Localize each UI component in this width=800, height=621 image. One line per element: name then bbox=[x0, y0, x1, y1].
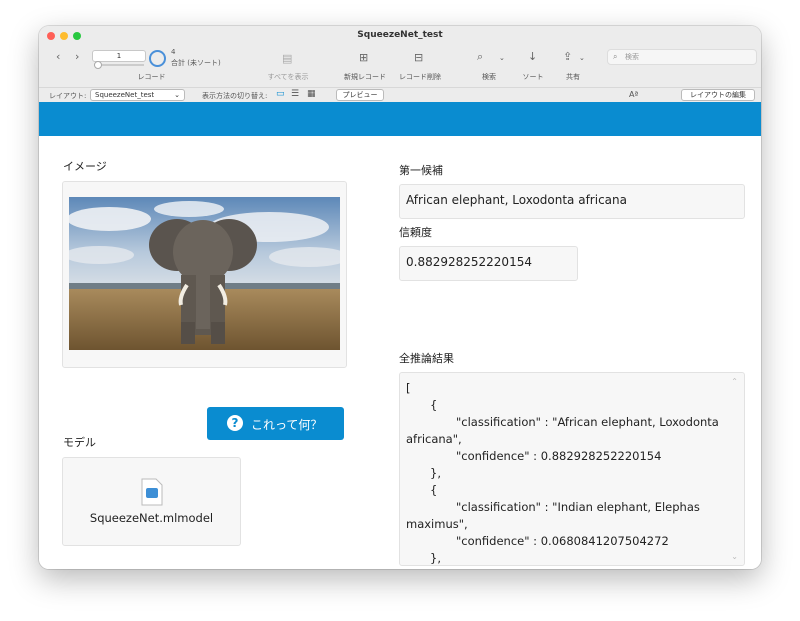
new-record-label: 新規レコード bbox=[344, 73, 386, 81]
what-is-this-button[interactable]: ? これって何？ bbox=[207, 407, 344, 440]
record-number-field[interactable]: 1 bbox=[92, 50, 146, 62]
question-icon: ? bbox=[227, 415, 243, 431]
share-chevron-icon[interactable]: ⌄ bbox=[579, 54, 585, 62]
layout-select-value: SqueezeNet_test bbox=[95, 91, 155, 99]
json-line: }, bbox=[430, 551, 441, 565]
table-view-icon[interactable]: ▦ bbox=[307, 89, 316, 99]
chevron-right-icon[interactable]: › bbox=[75, 50, 79, 63]
first-candidate-value: African elephant, Loxodonta africana bbox=[406, 193, 627, 207]
json-line: maximus", bbox=[406, 517, 468, 531]
all-results-field[interactable]: [ { "classification" : "African elephant… bbox=[399, 372, 745, 566]
search-icon: ⌕ bbox=[613, 52, 618, 61]
json-line: { bbox=[430, 483, 438, 497]
show-all-label: すべてを表示 bbox=[267, 73, 309, 81]
font-size-icon[interactable]: Aª bbox=[629, 90, 638, 99]
quick-find-input[interactable]: ⌕ 検索 bbox=[607, 49, 757, 65]
scroll-up-icon[interactable]: ⌃ bbox=[731, 377, 738, 386]
record-count: 4 bbox=[171, 48, 176, 56]
model-container[interactable]: SqueezeNet.mlmodel bbox=[62, 457, 241, 546]
app-window: SqueezeNet_test ‹ › 1 4 合計 (未ソート) レコード ▤… bbox=[39, 26, 761, 569]
all-results-label: 全推論結果 bbox=[399, 352, 454, 365]
record-pie-icon bbox=[149, 50, 166, 67]
list-view-icon[interactable]: ☰ bbox=[291, 89, 299, 99]
record-slider-knob[interactable] bbox=[94, 61, 102, 69]
image-container[interactable] bbox=[62, 181, 347, 368]
layout-bar: レイアウト: SqueezeNet_test ⌄ 表示方法の切り替え: ▭ ☰ … bbox=[39, 87, 761, 102]
sort-label: ソート bbox=[522, 73, 544, 81]
layout-label: レイアウト: bbox=[49, 92, 87, 100]
record-sort-status: 合計 (未ソート) bbox=[171, 59, 221, 67]
layout-select[interactable]: SqueezeNet_test ⌄ bbox=[90, 89, 185, 101]
share-icon[interactable]: ⇪ bbox=[563, 50, 572, 63]
what-is-this-label: これって何？ bbox=[251, 418, 323, 432]
edit-layout-button[interactable]: レイアウトの編集 bbox=[681, 89, 755, 101]
chevron-down-icon: ⌄ bbox=[174, 91, 180, 99]
mlmodel-file-icon bbox=[141, 478, 163, 506]
header-band bbox=[39, 102, 761, 136]
form-content: イメージ ? これって何？ モデル SqueezeNet.mlmodel 第一候… bbox=[39, 136, 761, 569]
chevron-left-icon[interactable]: ‹ bbox=[56, 50, 60, 63]
first-candidate-label: 第一候補 bbox=[399, 164, 443, 177]
delete-record-icon[interactable]: ⊟ bbox=[414, 51, 423, 64]
find-label: 検索 bbox=[482, 73, 496, 81]
image-label: イメージ bbox=[63, 160, 107, 173]
confidence-field[interactable]: 0.882928252220154 bbox=[399, 246, 578, 281]
first-candidate-field[interactable]: African elephant, Loxodonta africana bbox=[399, 184, 745, 219]
chevron-down-icon[interactable]: ⌄ bbox=[499, 54, 505, 62]
elephant-photo bbox=[69, 197, 340, 350]
share-label: 共有 bbox=[566, 73, 580, 81]
model-filename: SqueezeNet.mlmodel bbox=[89, 511, 214, 525]
preview-button[interactable]: プレビュー bbox=[336, 89, 384, 101]
json-line: africana", bbox=[406, 432, 462, 446]
window-title: SqueezeNet_test bbox=[357, 30, 443, 40]
form-view-icon[interactable]: ▭ bbox=[276, 89, 285, 99]
confidence-value: 0.882928252220154 bbox=[406, 255, 532, 269]
record-label: レコード bbox=[137, 73, 166, 81]
new-record-icon[interactable]: ⊞ bbox=[359, 51, 368, 64]
json-line: "classification" : "African elephant, Lo… bbox=[456, 415, 719, 429]
json-line: { bbox=[430, 398, 438, 412]
magnifier-icon[interactable]: ⌕ bbox=[477, 50, 483, 64]
scroll-down-icon[interactable]: ⌄ bbox=[731, 552, 738, 561]
json-line: }, bbox=[430, 466, 441, 480]
title-bar: SqueezeNet_test ‹ › 1 4 合計 (未ソート) レコード ▤… bbox=[39, 26, 761, 113]
json-line: [ bbox=[406, 381, 411, 395]
view-as-label: 表示方法の切り替え: bbox=[202, 92, 268, 100]
model-label: モデル bbox=[63, 436, 96, 449]
search-placeholder: 検索 bbox=[625, 53, 639, 61]
sort-icon[interactable]: ↓ bbox=[528, 50, 537, 63]
json-line: "classification" : "Indian elephant, Ele… bbox=[456, 500, 700, 514]
delete-record-label: レコード削除 bbox=[399, 73, 441, 81]
confidence-label: 信頼度 bbox=[399, 226, 432, 239]
show-all-icon[interactable]: ▤ bbox=[282, 52, 292, 65]
json-line: "confidence" : 0.0680841207504272 bbox=[456, 534, 669, 548]
json-line: "confidence" : 0.882928252220154 bbox=[456, 449, 662, 463]
